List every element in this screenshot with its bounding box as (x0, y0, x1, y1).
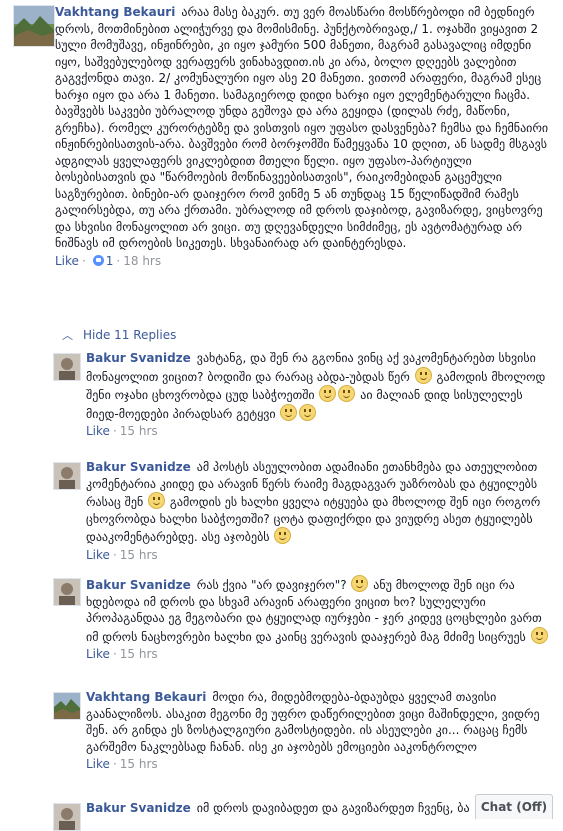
reply-meta: Like · 15 hrs (86, 646, 552, 663)
reply-meta: Like · 15 hrs (86, 423, 552, 440)
reply-author[interactable]: Vakhtang Bekauri (86, 690, 206, 704)
reply-author[interactable]: Bakur Svanidze (86, 801, 191, 815)
smiley-icon (351, 575, 369, 592)
smiley-icon (274, 527, 292, 544)
comment-body: Vakhtang Bekauri არაა მასე ბაკურ. თუ ვერ … (55, 4, 551, 269)
like-count[interactable]: 1 (106, 254, 114, 268)
reply-author[interactable]: Bakur Svanidze (86, 578, 191, 592)
separator: · (112, 647, 117, 661)
timestamp[interactable]: 18 hrs (123, 254, 161, 268)
avatar[interactable] (53, 803, 81, 831)
reply-body: Bakur Svanidze ვახტანგ, და შენ რა გგონია … (86, 350, 552, 440)
timestamp[interactable]: 15 hrs (120, 647, 158, 661)
smiley-icon (338, 385, 356, 402)
reply-body: Vakhtang Bekauri მოდი რა, მიდებმოდება-ბდა… (86, 689, 552, 773)
hide-replies-link[interactable]: ︿ Hide 11 Replies (62, 327, 176, 343)
reply-body: Bakur Svanidze ამ პოსტს ასეულობით ადამიან… (86, 459, 552, 563)
smiley-icon (530, 626, 548, 644)
timestamp[interactable]: 15 hrs (120, 548, 158, 562)
reply-author[interactable]: Bakur Svanidze (86, 460, 191, 474)
avatar[interactable] (13, 5, 55, 47)
separator: · (112, 547, 117, 562)
chevron-up-icon: ︿ (62, 329, 73, 342)
reply-author[interactable]: Bakur Svanidze (86, 351, 191, 365)
reply-body: Bakur Svanidze რას ქვია "არ დავიჯერო"? ან… (86, 575, 552, 663)
avatar[interactable] (53, 578, 81, 606)
comment-meta: Like · 1 · 18 hrs (55, 253, 551, 270)
like-link[interactable]: Like (86, 757, 110, 771)
comment-text: არაა მასე ბაკურ. თუ ვერ მოასწარი მოსწრებ… (55, 5, 549, 250)
hide-replies-label: Hide 11 Replies (83, 328, 177, 342)
avatar[interactable] (53, 462, 81, 490)
smiley-icon (319, 385, 337, 402)
like-link[interactable]: Like (86, 424, 110, 438)
smiley-icon (414, 366, 432, 384)
separator: · (112, 424, 117, 438)
smiley-icon (299, 403, 317, 421)
thumbs-up-icon[interactable] (92, 254, 104, 266)
separator: · (112, 757, 117, 771)
avatar[interactable] (53, 692, 81, 720)
smiley-icon (280, 403, 298, 421)
reply-text: იმ დროს დავიბადეთ და გავიზარდეთ ჩვენც, ბ… (196, 801, 470, 815)
comment-author[interactable]: Vakhtang Bekauri (55, 5, 175, 19)
reply-text: რას ქვია "არ დავიჯერო"? (196, 578, 347, 592)
smiley-icon (148, 492, 166, 509)
separator: · (116, 253, 121, 268)
like-link[interactable]: Like (86, 647, 110, 661)
timestamp[interactable]: 15 hrs (120, 757, 158, 771)
avatar[interactable] (53, 353, 81, 381)
like-link[interactable]: Like (86, 548, 110, 562)
timestamp[interactable]: 15 hrs (120, 424, 158, 438)
like-link[interactable]: Like (55, 254, 79, 268)
reply-meta: Like · 15 hrs (86, 756, 552, 773)
reply-body: Bakur Svanidze იმ დროს დავიბადეთ და გავიზ… (86, 800, 481, 817)
chat-button[interactable]: Chat (Off) (475, 794, 553, 819)
separator: · (81, 253, 86, 268)
reply-meta: Like · 15 hrs (86, 547, 552, 564)
